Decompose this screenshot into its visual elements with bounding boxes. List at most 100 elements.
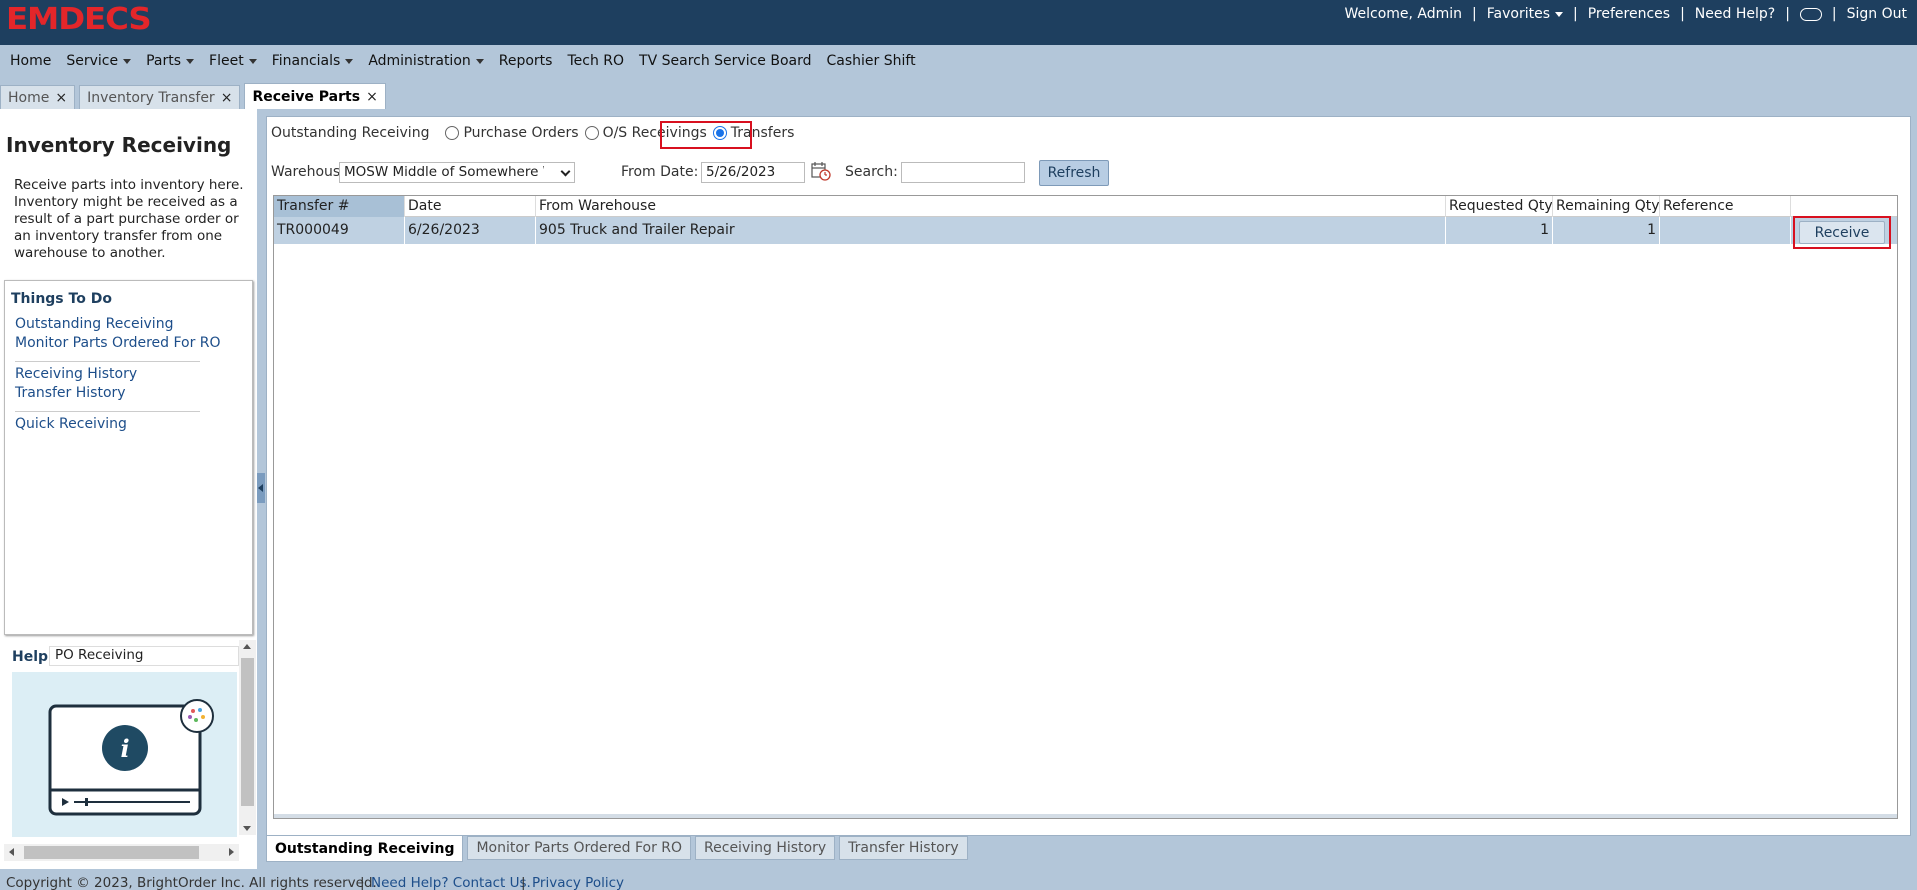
things-to-do-title: Things To Do xyxy=(11,291,112,307)
chevron-down-icon xyxy=(475,58,484,64)
grid-header: Transfer # Date From Warehouse Requested… xyxy=(274,196,1897,217)
page-description: Receive parts into inventory here. Inven… xyxy=(14,177,244,261)
todo-link-outstanding-receiving[interactable]: Outstanding Receiving xyxy=(15,316,173,332)
column-header-action xyxy=(1791,196,1897,217)
emdecs-logo[interactable]: EMDECS xyxy=(6,2,152,37)
top-header: EMDECS Welcome, Admin | Favorites | Pref… xyxy=(0,0,1917,45)
radio-button[interactable] xyxy=(445,126,460,140)
main-menu: Home Service Parts Fleet Financials Admi… xyxy=(0,45,1917,77)
receive-button[interactable]: Receive xyxy=(1799,221,1885,244)
separator: | xyxy=(1573,6,1578,22)
warehouse-select[interactable]: MOSW Middle of Somewhere Warehouse xyxy=(339,162,575,183)
outstanding-receiving-filter: Outstanding Receiving Purchase Orders O/… xyxy=(271,121,800,149)
menu-tv-search-service-board[interactable]: TV Search Service Board xyxy=(639,53,811,69)
tab-outstanding-receiving[interactable]: Outstanding Receiving xyxy=(266,836,464,862)
close-icon[interactable]: × xyxy=(55,90,67,106)
chevron-down-icon xyxy=(123,58,132,64)
contact-us-link[interactable]: Need Help? Contact Us. xyxy=(371,875,531,890)
from-date-label: From Date: xyxy=(621,164,699,180)
table-row[interactable]: TR000049 6/26/2023 905 Truck and Trailer… xyxy=(274,216,1897,249)
search-input[interactable] xyxy=(901,162,1025,183)
chevron-left-icon xyxy=(258,484,263,492)
warehouse-value: MOSW Middle of Somewhere Warehouse xyxy=(344,164,544,180)
column-header-remaining-qty[interactable]: Remaining Qty xyxy=(1553,196,1660,217)
video-info-icon: i xyxy=(48,699,214,816)
todo-link-receiving-history[interactable]: Receiving History xyxy=(15,366,137,382)
column-header-date[interactable]: Date xyxy=(405,196,536,217)
column-header-reference[interactable]: Reference xyxy=(1660,196,1791,217)
menu-fleet[interactable]: Fleet xyxy=(209,53,257,69)
preferences-link[interactable]: Preferences xyxy=(1588,6,1670,22)
menu-tech-ro[interactable]: Tech RO xyxy=(567,53,624,69)
todo-link-quick-receiving[interactable]: Quick Receiving xyxy=(15,416,127,432)
sign-out-link[interactable]: Sign Out xyxy=(1847,6,1907,22)
cell-date: 6/26/2023 xyxy=(405,217,536,244)
scroll-up-icon[interactable] xyxy=(243,644,251,649)
close-icon[interactable]: × xyxy=(366,89,378,105)
menu-parts[interactable]: Parts xyxy=(146,53,195,69)
svg-text:i: i xyxy=(120,734,129,763)
chevron-down-icon xyxy=(345,58,354,64)
menu-cashier-shift[interactable]: Cashier Shift xyxy=(827,53,916,69)
tab-inventory-transfer[interactable]: Inventory Transfer × xyxy=(79,85,241,109)
scroll-left-icon[interactable] xyxy=(9,848,14,856)
radio-label: Purchase Orders xyxy=(463,125,579,141)
radio-purchase-orders[interactable]: Purchase Orders xyxy=(445,125,579,141)
favorites-menu[interactable]: Favorites xyxy=(1486,6,1564,22)
cell-transfer-no: TR000049 xyxy=(274,217,405,244)
favorites-label: Favorites xyxy=(1486,6,1551,22)
todo-link-monitor-parts[interactable]: Monitor Parts Ordered For RO xyxy=(15,335,221,351)
tab-label: Receive Parts xyxy=(252,88,361,105)
help-topic-field[interactable]: PO Receiving xyxy=(49,646,239,666)
menu-service[interactable]: Service xyxy=(66,53,132,69)
need-help-link[interactable]: Need Help? xyxy=(1695,6,1775,22)
menu-label: Service xyxy=(66,53,119,69)
tab-receive-parts[interactable]: Receive Parts × xyxy=(244,83,386,109)
separator: | xyxy=(1785,6,1790,22)
menu-label: Cashier Shift xyxy=(826,53,916,69)
tab-monitor-parts-ordered[interactable]: Monitor Parts Ordered For RO xyxy=(467,836,692,860)
chevron-down-icon xyxy=(1555,11,1564,17)
refresh-button[interactable]: Refresh xyxy=(1039,160,1109,186)
bottom-tabs: Outstanding Receiving Monitor Parts Orde… xyxy=(266,836,972,862)
menu-label: Home xyxy=(10,53,52,69)
help-video-thumbnail[interactable]: i xyxy=(12,672,237,837)
tab-label: Inventory Transfer xyxy=(87,89,215,106)
column-header-requested-qty[interactable]: Requested Qty xyxy=(1446,196,1553,217)
help-vertical-scrollbar[interactable] xyxy=(239,640,256,835)
privacy-policy-link[interactable]: Privacy Policy xyxy=(532,875,624,890)
menu-label: TV Search Service Board xyxy=(639,53,812,69)
menu-label: Administration xyxy=(368,53,471,69)
scroll-down-icon[interactable] xyxy=(243,826,251,831)
column-header-transfer-no[interactable]: Transfer # xyxy=(274,196,405,217)
menu-financials[interactable]: Financials xyxy=(272,53,354,69)
left-panel: Inventory Receiving Receive parts into i… xyxy=(0,109,257,869)
things-to-do-panel: Things To Do Outstanding Receiving Monit… xyxy=(4,280,253,635)
chat-bubble-icon[interactable] xyxy=(1799,7,1822,21)
separator: | xyxy=(1472,6,1477,22)
menu-administration[interactable]: Administration xyxy=(368,53,484,69)
menu-reports[interactable]: Reports xyxy=(499,53,553,69)
page-title: Inventory Receiving xyxy=(6,133,232,157)
divider xyxy=(15,411,200,412)
column-header-from-warehouse[interactable]: From Warehouse xyxy=(536,196,1446,217)
menu-home[interactable]: Home xyxy=(10,53,51,69)
scrollbar-thumb[interactable] xyxy=(24,846,199,859)
close-icon[interactable]: × xyxy=(221,90,233,106)
footer: Copyright © 2023, BrightOrder Inc. All r… xyxy=(0,870,1917,890)
radio-button[interactable] xyxy=(584,126,599,140)
calendar-icon[interactable] xyxy=(811,161,831,181)
highlight-box: Receive xyxy=(1793,216,1891,249)
help-horizontal-scrollbar[interactable] xyxy=(4,844,239,861)
tab-home[interactable]: Home × xyxy=(0,85,76,109)
divider xyxy=(15,361,200,362)
todo-link-transfer-history[interactable]: Transfer History xyxy=(15,385,126,401)
tab-transfer-history[interactable]: Transfer History xyxy=(839,836,968,860)
from-date-input[interactable]: 5/26/2023 xyxy=(701,162,805,183)
menu-label: Financials xyxy=(271,53,341,69)
tab-receiving-history[interactable]: Receiving History xyxy=(695,836,836,860)
collapse-left-panel-button[interactable] xyxy=(257,473,265,503)
cell-requested-qty: 1 xyxy=(1446,217,1553,244)
scroll-right-icon[interactable] xyxy=(229,848,234,856)
scrollbar-thumb[interactable] xyxy=(241,658,254,806)
